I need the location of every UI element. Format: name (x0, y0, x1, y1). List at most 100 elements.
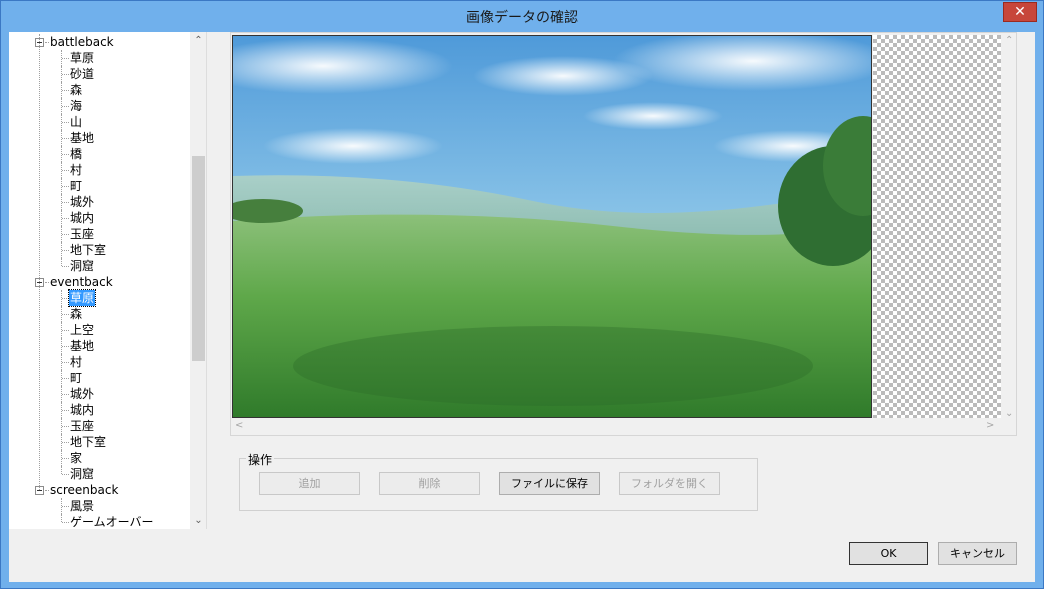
tree-item-label: 地下室 (70, 435, 107, 449)
tree-item[interactable]: 橋 (9, 146, 190, 162)
tree-scrollbar[interactable]: ⌃ ⌄ (190, 32, 206, 529)
tree-item-label: 森 (70, 83, 83, 97)
tree-item[interactable]: 森 (9, 306, 190, 322)
tree-item-label: 玉座 (70, 419, 95, 433)
tree-group-label: screenback (50, 483, 119, 497)
operations-group-label: 操作 (246, 451, 275, 468)
image-tree[interactable]: battleback 草原 砂道森海山基地橋村町城外 城内 玉座 地下室 洞窟 eventba… (9, 32, 207, 529)
tree-item[interactable]: 草原 (9, 50, 190, 66)
dialog-window: 画像データの確認 ✕ battleback 草原 砂道森海山基地橋村町城外 城内 玉座地… (0, 0, 1044, 589)
tree-connector (62, 58, 69, 59)
tree-item[interactable]: 上空 (9, 322, 190, 338)
tree-connector (62, 378, 69, 379)
tree-item-label: 洞窟 (70, 259, 95, 273)
cancel-button[interactable]: キャンセル (938, 542, 1017, 565)
tree-node-battleback[interactable]: battleback (9, 34, 190, 50)
ok-button[interactable]: OK (849, 542, 928, 565)
tree-item-label: 基地 (70, 131, 95, 145)
tree-item[interactable]: 家 (9, 450, 190, 466)
tree-node-screenback[interactable]: screenback (9, 482, 190, 498)
tree-item-label: 城内 (70, 403, 95, 417)
operations-group: 操作 追加 削除 ファイルに保存 フォルダを開く (239, 451, 758, 511)
tree-item[interactable]: 地下室 (9, 434, 190, 450)
image-preview-panel: ⌃ ⌄ < > (230, 32, 1017, 436)
preview-horizontal-scrollbar[interactable]: < > (231, 419, 1001, 436)
tree-item-label: 城外 (70, 195, 95, 209)
tree-item[interactable]: 村 (9, 354, 190, 370)
tree-item[interactable]: 城内 (9, 402, 190, 418)
tree-item-label: 地下室 (70, 243, 107, 257)
tree-item[interactable]: 城外 (9, 386, 190, 402)
tree-item[interactable]: 砂道 (9, 66, 190, 82)
scroll-left-icon[interactable]: < (235, 420, 243, 431)
tree-item-label: 海 (70, 99, 83, 113)
tree-item-label: 城外 (70, 387, 95, 401)
tree-item[interactable]: 玉座 (9, 418, 190, 434)
tree-connector (45, 42, 49, 43)
tree-item-label: 森 (70, 307, 83, 321)
tree-item-label: 基地 (70, 339, 95, 353)
tree-item-label: 風景 (70, 499, 95, 513)
tree-connector (45, 282, 49, 283)
tree-connector (62, 266, 69, 267)
title-bar[interactable]: 画像データの確認 ✕ (1, 1, 1043, 31)
tree-group-label: eventback (50, 275, 113, 289)
tree-item-label: 上空 (70, 323, 95, 337)
tree-connector (62, 90, 69, 91)
tree-connector (62, 186, 69, 187)
tree-connector (62, 410, 69, 411)
tree-connector (62, 314, 69, 315)
tree-node-eventback[interactable]: eventback (9, 274, 190, 290)
scroll-down-icon[interactable]: ⌄ (1005, 408, 1013, 419)
tree-item[interactable]: 村 (9, 162, 190, 178)
tree-item[interactable]: 洞窟 (9, 258, 190, 274)
tree-items: battleback 草原 砂道森海山基地橋村町城外 城内 玉座 地下室 洞窟 eventba… (9, 34, 190, 529)
tree-item[interactable]: 基地 (9, 130, 190, 146)
tree-connector (62, 106, 69, 107)
tree-item[interactable]: 海 (9, 98, 190, 114)
tree-item[interactable]: 地下室 (9, 242, 190, 258)
tree-item-label: 山 (70, 115, 83, 129)
save-to-file-button[interactable]: ファイルに保存 (499, 472, 600, 495)
tree-connector (62, 522, 69, 523)
tree-connector (62, 442, 69, 443)
tree-item-label: 橋 (70, 147, 83, 161)
tree-item-label: 城内 (70, 211, 95, 225)
tree-connector (61, 466, 62, 474)
tree-item[interactable]: ゲームオーバー (9, 514, 190, 529)
tree-connector (62, 426, 69, 427)
tree-item[interactable]: 基地 (9, 338, 190, 354)
preview-vertical-scrollbar[interactable]: ⌃ ⌄ (1001, 33, 1018, 419)
tree-item[interactable]: 草原 (9, 289, 190, 307)
tree-item-label: 草原 (67, 289, 97, 307)
tree-item-label: ゲームオーバー (70, 515, 154, 529)
tree-item[interactable]: 風景 (9, 498, 190, 514)
scroll-thumb[interactable] (192, 156, 205, 361)
tree-item[interactable]: 町 (9, 370, 190, 386)
add-button[interactable]: 追加 (259, 472, 360, 495)
tree-connector (62, 298, 69, 299)
tree-item[interactable]: 山 (9, 114, 190, 130)
tree-item-label: 町 (70, 371, 83, 385)
delete-button[interactable]: 削除 (379, 472, 480, 495)
tree-connector (62, 170, 69, 171)
tree-item-label: 砂道 (70, 67, 95, 81)
tree-connector (62, 474, 69, 475)
close-button[interactable]: ✕ (1003, 2, 1037, 22)
tree-connector (62, 234, 69, 235)
tree-item[interactable]: 城外 (9, 194, 190, 210)
tree-item-label: 草原 (70, 51, 95, 65)
tree-item[interactable]: 森 (9, 82, 190, 98)
tree-item[interactable]: 洞窟 (9, 466, 190, 482)
scroll-right-icon[interactable]: > (986, 420, 994, 431)
scroll-up-icon[interactable]: ⌃ (190, 32, 206, 49)
transparency-checker (873, 35, 1001, 418)
open-folder-button[interactable]: フォルダを開く (619, 472, 720, 495)
tree-connector (62, 330, 69, 331)
tree-item[interactable]: 玉座 (9, 226, 190, 242)
scroll-down-icon[interactable]: ⌄ (190, 512, 206, 529)
tree-item[interactable]: 城内 (9, 210, 190, 226)
tree-item[interactable]: 町 (9, 178, 190, 194)
scroll-up-icon[interactable]: ⌃ (1005, 35, 1013, 46)
tree-connector (62, 394, 69, 395)
